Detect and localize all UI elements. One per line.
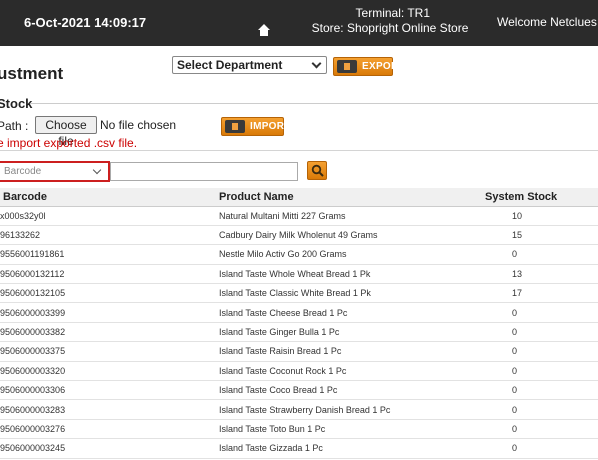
cell-product-name: Island Taste Cheese Bread 1 Pc — [216, 302, 461, 323]
table-row[interactable]: 9506000003375 Island Taste Raisin Bread 1… — [0, 341, 598, 362]
home-icon[interactable] — [258, 24, 270, 36]
export-icon — [337, 60, 357, 73]
table-row[interactable]: 9506000132105 Island Taste Classic White … — [0, 283, 598, 304]
welcome-user-text[interactable]: Welcome Netclues Us — [497, 15, 598, 29]
cell-product-name: Island Taste Strawberry Danish Bread 1 P… — [216, 399, 461, 420]
terminal-store-info: Terminal: TR1 Store: Shopright Online St… — [290, 6, 490, 36]
datetime-display: 6-Oct-2021 14:09:17 — [24, 15, 147, 30]
cell-system-stock: 0 — [461, 302, 598, 323]
search-button[interactable] — [307, 161, 327, 180]
table-header-row: Barcode Product Name System Stock — [0, 188, 598, 207]
import-button-label: IMPORT — [250, 121, 291, 132]
cell-barcode: 9506000003283 — [0, 399, 216, 420]
cell-product-name: Island Taste Raisin Bread 1 Pc — [216, 341, 461, 362]
search-input[interactable] — [110, 162, 298, 181]
cell-system-stock: 0 — [461, 419, 598, 440]
stock-section-label: Stock — [0, 96, 33, 111]
cell-product-name: Island Taste Ginger Bulla 1 Pc — [216, 322, 461, 343]
store-label: Store: Shopright Online Store — [311, 21, 469, 35]
table-row[interactable]: 9556001191861 Nestle Milo Activ Go 200 Gr… — [0, 244, 598, 265]
import-button[interactable]: IMPORT — [221, 117, 290, 136]
cell-product-name: Island Taste Gizzada 1 Pc — [216, 438, 461, 459]
cell-barcode: 9506000003245 — [0, 438, 216, 459]
cell-barcode: 9506000003382 — [0, 322, 216, 343]
cell-product-name: Island Taste Coconut Rock 1 Pc — [216, 361, 461, 382]
cell-barcode: x000s32y0l — [0, 206, 216, 226]
cell-barcode: 9506000003276 — [0, 419, 216, 440]
cell-system-stock: 0 — [461, 361, 598, 382]
export-button-label: EXPORT — [362, 61, 405, 72]
path-label: Path : — [0, 119, 29, 133]
table-body: x000s32y0l Natural Multani Mitti 227 Gram… — [0, 206, 598, 459]
table-row[interactable]: 9506000003306 Island Taste Coco Bread 1 P… — [0, 380, 598, 401]
page-title: ustment — [0, 64, 64, 83]
cell-system-stock: 0 — [461, 322, 598, 343]
cell-product-name: Island Taste Coco Bread 1 Pc — [216, 380, 461, 401]
table-row[interactable]: 96133262 Cadbury Dairy Milk Wholenut 49 G… — [0, 225, 598, 246]
cell-system-stock: 0 — [461, 399, 598, 420]
cell-system-stock: 10 — [461, 206, 598, 226]
import-instruction-note: e import exported .csv file. — [0, 136, 138, 150]
search-icon — [311, 164, 324, 177]
cell-barcode: 9506000132112 — [0, 264, 216, 285]
filter-field-value: Barcode — [4, 166, 42, 177]
cell-product-name: Island Taste Whole Wheat Bread 1 Pk — [216, 264, 461, 285]
table-row[interactable]: 9506000003320 Island Taste Coconut Rock 1… — [0, 361, 598, 382]
cell-system-stock: 0 — [461, 380, 598, 401]
table-row[interactable]: 9506000003399 Island Taste Cheese Bread 1… — [0, 302, 598, 323]
terminal-label: Terminal: TR1 — [355, 6, 430, 20]
cell-system-stock: 13 — [461, 264, 598, 285]
table-row[interactable]: 9506000003283 Island Taste Strawberry Dan… — [0, 399, 598, 420]
top-header-bar: 6-Oct-2021 14:09:17 Terminal: TR1 Store:… — [0, 0, 598, 46]
section-divider — [0, 150, 598, 151]
table-row[interactable]: 9506000003382 Island Taste Ginger Bulla 1… — [0, 322, 598, 343]
export-button[interactable]: EXPORT — [333, 57, 405, 76]
column-header-barcode[interactable]: Barcode — [0, 188, 216, 207]
cell-system-stock: 0 — [461, 244, 598, 265]
cell-product-name: Nestle Milo Activ Go 200 Grams — [216, 244, 461, 265]
cell-product-name: Natural Multani Mitti 227 Grams — [216, 206, 461, 226]
cell-system-stock: 15 — [461, 225, 598, 246]
cell-barcode: 9506000003399 — [0, 302, 216, 323]
cell-system-stock: 17 — [461, 283, 598, 304]
column-header-product-name[interactable]: Product Name — [216, 188, 461, 207]
cell-barcode: 96133262 — [0, 225, 216, 246]
cell-barcode: 9506000003375 — [0, 341, 216, 362]
cell-product-name: Cadbury Dairy Milk Wholenut 49 Grams — [216, 225, 461, 246]
cell-system-stock: 0 — [461, 438, 598, 459]
cell-barcode: 9506000132105 — [0, 283, 216, 304]
filter-field-select[interactable]: Barcode — [0, 161, 110, 182]
table-row[interactable]: 9506000003245 Island Taste Gizzada 1 Pc 0 — [0, 438, 598, 459]
cell-product-name: Island Taste Classic White Bread 1 Pk — [216, 283, 461, 304]
table-row[interactable]: 9506000132112 Island Taste Whole Wheat Br… — [0, 264, 598, 285]
cell-system-stock: 0 — [461, 341, 598, 362]
chevron-down-icon — [92, 165, 102, 175]
department-select-value: Select Department — [177, 58, 283, 72]
cell-barcode: 9556001191861 — [0, 244, 216, 265]
choose-file-button[interactable]: Choose file — [35, 116, 97, 148]
import-icon — [225, 120, 245, 133]
table-row[interactable]: x000s32y0l Natural Multani Mitti 227 Gram… — [0, 206, 598, 226]
department-select[interactable]: Select Department — [172, 56, 327, 74]
table-row[interactable]: 9506000003276 Island Taste Toto Bun 1 Pc 0 — [0, 419, 598, 440]
no-file-chosen-text: No file chosen — [100, 118, 177, 132]
cell-barcode: 9506000003306 — [0, 380, 216, 401]
chevron-down-icon — [311, 58, 322, 69]
stock-section-divider — [30, 103, 598, 104]
column-header-system-stock[interactable]: System Stock — [461, 188, 598, 207]
cell-product-name: Island Taste Toto Bun 1 Pc — [216, 419, 461, 440]
cell-barcode: 9506000003320 — [0, 361, 216, 382]
stock-table: Barcode Product Name System Stock x000s3… — [0, 188, 598, 459]
